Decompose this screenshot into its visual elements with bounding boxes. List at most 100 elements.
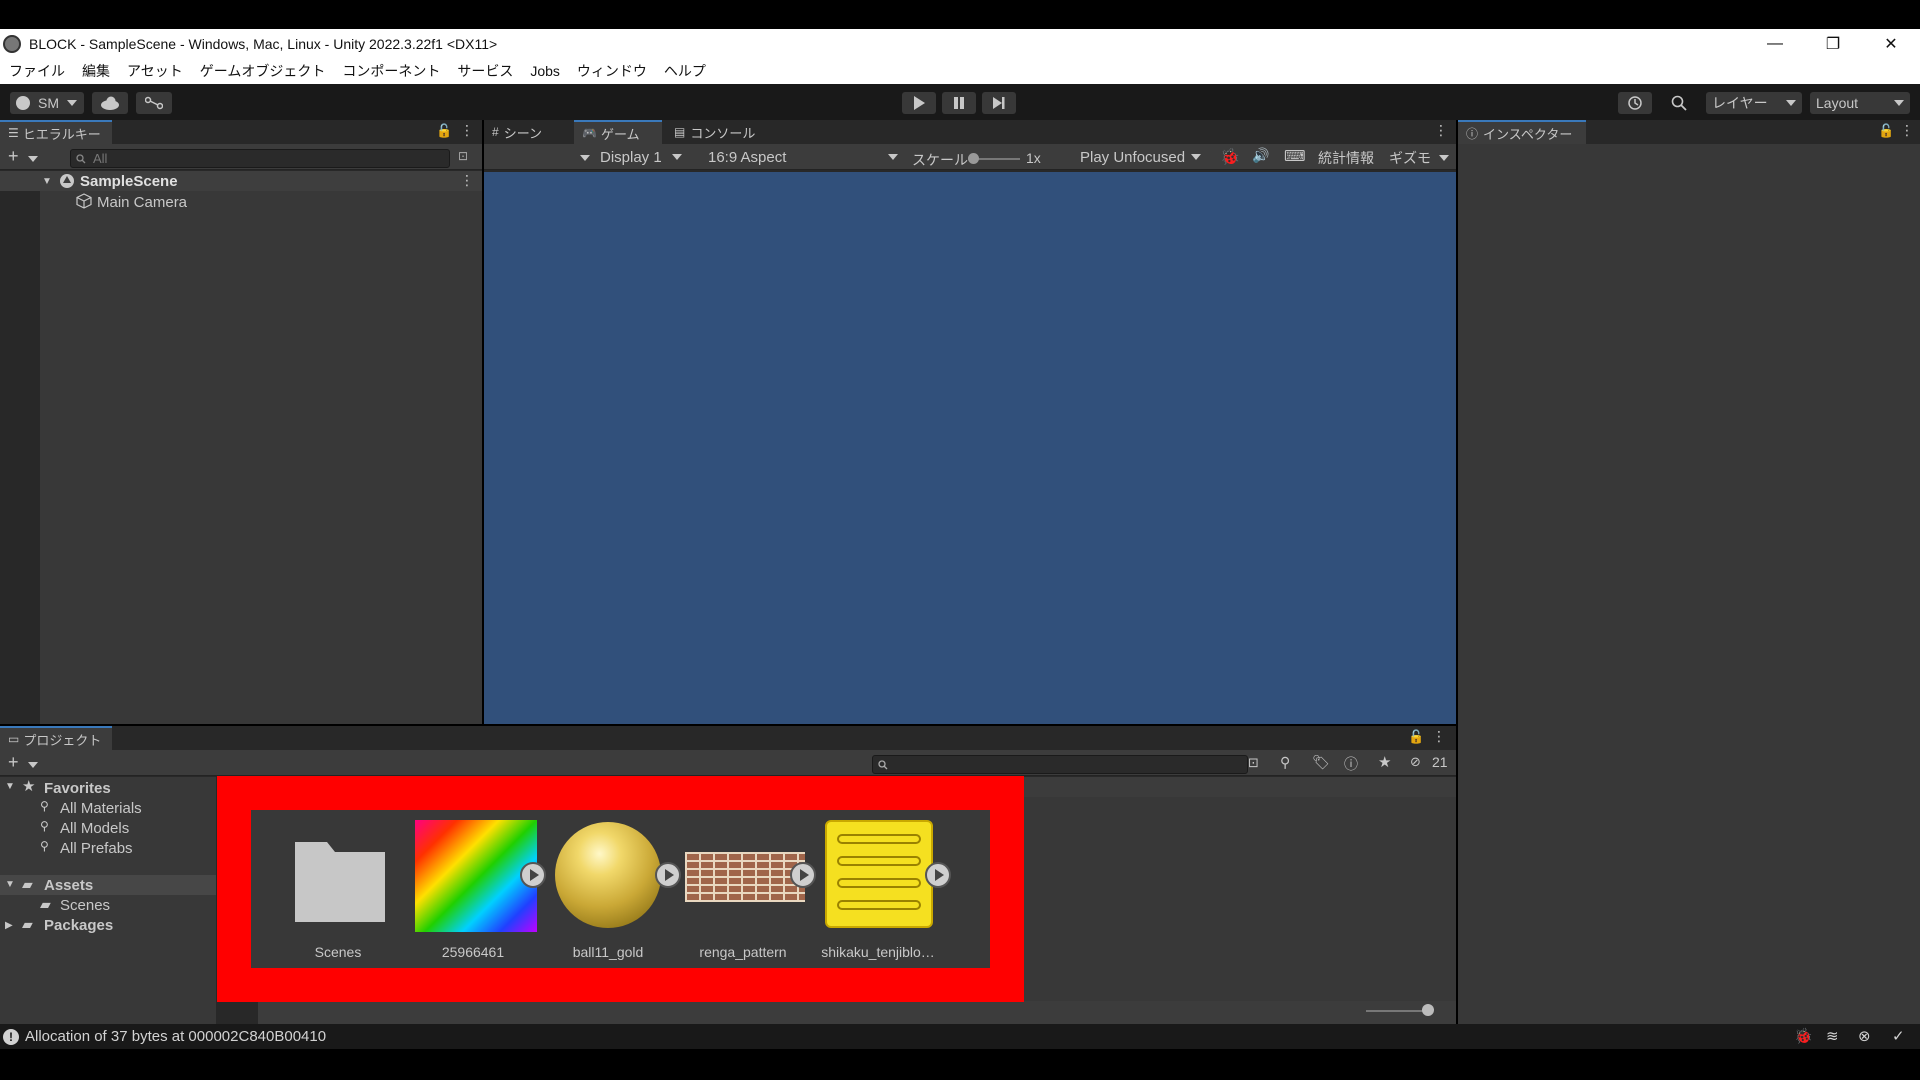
speaker-icon[interactable]: 🔊	[1252, 147, 1269, 164]
display-dropdown[interactable]: Display 1	[600, 146, 682, 168]
layers-dropdown[interactable]: レイヤー	[1706, 92, 1802, 114]
scene-name[interactable]: SampleScene	[80, 173, 178, 190]
pause-button[interactable]	[942, 92, 976, 114]
aspect-dropdown[interactable]: 16:9 Aspect	[708, 146, 898, 168]
filter-by-type-icon[interactable]: ⚲	[1280, 754, 1290, 771]
step-icon	[993, 97, 1005, 109]
debug-mode-icon[interactable]: 🐞	[1794, 1027, 1813, 1045]
project-search-input[interactable]	[872, 755, 1248, 774]
layout-dropdown[interactable]: Layout	[1810, 92, 1910, 114]
step-button[interactable]	[982, 92, 1016, 114]
expand-arrow-icon[interactable]: ▼	[5, 781, 15, 792]
undo-history-button[interactable]	[1618, 92, 1652, 114]
expand-arrow-icon[interactable]: ▼	[5, 879, 15, 890]
menu-file[interactable]: ファイル	[0, 61, 73, 81]
chevron-down-icon[interactable]	[28, 156, 38, 162]
favorite-star-icon[interactable]: ★	[1378, 753, 1391, 771]
menu-component[interactable]: コンポーネント	[333, 61, 448, 81]
tree-packages[interactable]: Packages	[44, 917, 113, 934]
play-button[interactable]	[902, 92, 936, 114]
hierarchy-search-input[interactable]: All	[70, 149, 450, 168]
tab-hierarchy[interactable]: ☰ ヒエラルキー	[0, 120, 112, 144]
play-icon[interactable]	[925, 862, 951, 888]
asset-item[interactable]: ball11_gold	[545, 820, 681, 960]
game-viewport[interactable]	[484, 172, 1456, 724]
menu-help[interactable]: ヘルプ	[655, 61, 714, 81]
menu-window[interactable]: ウィンドウ	[568, 61, 655, 81]
restore-button[interactable]: ❐	[1804, 29, 1862, 58]
expand-arrow-icon[interactable]: ▼	[42, 176, 52, 187]
play-icon[interactable]	[520, 862, 546, 888]
more-menu-icon[interactable]: ⋮	[1432, 728, 1446, 745]
menu-jobs[interactable]: Jobs	[521, 63, 568, 79]
scale-slider-handle[interactable]	[968, 153, 979, 164]
play-icon[interactable]	[790, 862, 816, 888]
status-message[interactable]: Allocation of 37 bytes at 000002C840B004…	[25, 1028, 326, 1045]
keyboard-icon[interactable]: ⌨	[1284, 147, 1306, 165]
asset-label: renga_pattern	[699, 944, 787, 960]
search-options-icon[interactable]: ⊡	[1248, 755, 1259, 771]
menu-assets[interactable]: アセット	[118, 61, 191, 81]
menu-services[interactable]: サービス	[448, 61, 521, 81]
tree-all-prefabs[interactable]: All Prefabs	[60, 840, 133, 857]
tab-console[interactable]: ▤ コンソール	[666, 120, 776, 144]
more-menu-icon[interactable]: ⋮	[460, 122, 474, 139]
tab-project[interactable]: ▭ プロジェクト	[0, 726, 112, 750]
log-types-icon[interactable]: ⓘ	[1344, 754, 1358, 774]
hierarchy-item-main-camera[interactable]: Main Camera	[97, 194, 187, 211]
background-tasks-check-icon[interactable]: ✓	[1892, 1027, 1905, 1045]
tab-scene[interactable]: # シーン	[484, 120, 566, 144]
tree-favorites[interactable]: Favorites	[44, 780, 111, 797]
add-icon[interactable]: +	[8, 146, 19, 167]
scene-more-icon[interactable]: ⋮	[460, 172, 474, 189]
chevron-down-icon[interactable]	[28, 762, 38, 768]
inspector-tab-label: インスペクター	[1483, 126, 1573, 142]
menu-gameobject[interactable]: ゲームオブジェクト	[191, 61, 334, 81]
tab-inspector[interactable]: ⓘ インスペクター	[1458, 120, 1586, 144]
version-control-button[interactable]	[136, 92, 172, 114]
asset-item[interactable]: shikaku_tenjiblo…	[815, 820, 951, 960]
asset-item[interactable]: Scenes	[275, 820, 401, 960]
chevron-down-icon[interactable]	[1439, 155, 1449, 161]
tree-all-models[interactable]: All Models	[60, 820, 129, 837]
account-dropdown[interactable]: SM	[10, 92, 84, 114]
tree-assets[interactable]: Assets	[44, 877, 93, 894]
chevron-down-icon	[671, 154, 682, 160]
collapse-arrow-icon[interactable]: ▶	[5, 920, 13, 931]
close-button[interactable]: ✕	[1862, 29, 1920, 58]
more-menu-icon[interactable]: ⋮	[1900, 122, 1914, 139]
filter-by-label-icon[interactable]: 🏷	[1312, 754, 1330, 771]
play-mode-dropdown[interactable]: Play Unfocused	[1080, 146, 1202, 168]
game-view-dropdown[interactable]	[580, 155, 590, 161]
lock-icon[interactable]: 🔓	[1878, 123, 1894, 139]
folder-icon: ▰	[22, 916, 33, 932]
folder-icon: ▭	[8, 732, 20, 746]
asset-item[interactable]: 25966461	[410, 820, 546, 960]
search-button[interactable]	[1662, 92, 1696, 114]
stats-button[interactable]: 統計情報	[1318, 148, 1374, 168]
minimize-button[interactable]: —	[1746, 29, 1804, 58]
main-toolbar: SM レイヤー Layout	[0, 84, 1920, 120]
menu-edit[interactable]: 編集	[73, 61, 118, 81]
play-icon[interactable]	[655, 862, 681, 888]
inspector-content	[1458, 144, 1920, 1024]
lock-icon[interactable]: 🔓	[1408, 729, 1424, 745]
icon-size-slider-handle[interactable]	[1422, 1004, 1434, 1016]
play-mode-label: Play Unfocused	[1080, 148, 1186, 166]
lock-icon[interactable]: 🔓	[436, 123, 452, 139]
hidden-packages-icon[interactable]: ⊘	[1410, 754, 1421, 770]
cloud-button[interactable]	[92, 92, 128, 114]
info-icon: !	[3, 1028, 19, 1045]
auto-generate-lighting-icon[interactable]: ⊗	[1858, 1027, 1871, 1045]
search-options-icon[interactable]: ⊡	[458, 149, 468, 163]
add-icon[interactable]: +	[8, 752, 19, 773]
console-tab-label: コンソール	[690, 125, 756, 141]
layers-stack-icon[interactable]: ≋	[1826, 1027, 1839, 1045]
bug-icon[interactable]: 🐞	[1220, 147, 1240, 167]
tree-scenes[interactable]: Scenes	[60, 897, 110, 914]
more-menu-icon[interactable]: ⋮	[1434, 122, 1448, 139]
gizmos-button[interactable]: ギズモ	[1389, 148, 1431, 168]
asset-item[interactable]: renga_pattern	[680, 820, 816, 960]
tab-game[interactable]: 🎮 ゲーム	[574, 120, 662, 144]
tree-all-materials[interactable]: All Materials	[60, 800, 142, 817]
